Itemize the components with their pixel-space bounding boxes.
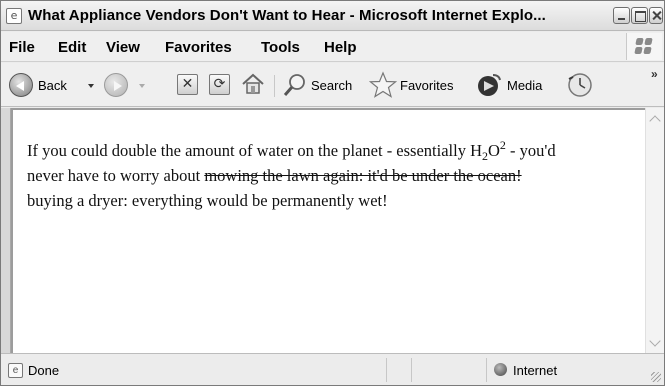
status-pane-divider	[386, 358, 387, 382]
back-arrow-icon	[9, 73, 33, 97]
history-icon	[568, 73, 592, 97]
standard-toolbar: Back ✕ ⟳ Search Favorites Media »	[1, 63, 664, 107]
menu-favorites[interactable]: Favorites	[165, 39, 232, 56]
favorites-button[interactable]: Favorites	[369, 71, 469, 99]
toolbar-overflow-icon[interactable]: »	[651, 67, 658, 81]
stop-icon[interactable]: ✕	[177, 74, 198, 95]
ie-page-icon: e	[6, 8, 22, 24]
menu-file[interactable]: File	[9, 39, 35, 56]
back-button[interactable]: Back	[9, 71, 97, 99]
forward-button[interactable]	[104, 71, 150, 99]
security-zone-label: Internet	[513, 363, 558, 378]
refresh-icon[interactable]: ⟳	[209, 74, 230, 95]
search-button[interactable]: Search	[282, 71, 364, 99]
minimize-button[interactable]	[613, 7, 630, 24]
back-dropdown-icon[interactable]	[88, 84, 94, 88]
star-icon	[369, 71, 397, 98]
close-button[interactable]	[649, 7, 663, 24]
home-icon	[242, 73, 264, 94]
status-pane-divider	[411, 358, 412, 382]
media-button[interactable]: Media	[475, 71, 557, 99]
globe-icon	[494, 363, 507, 376]
home-button[interactable]	[240, 71, 268, 99]
menu-edit[interactable]: Edit	[58, 39, 86, 56]
text-line-3: buying a dryer: everything would be perm…	[27, 191, 388, 210]
toolbar-separator	[274, 75, 275, 97]
title-bar[interactable]: e What Appliance Vendors Don't Want to H…	[1, 1, 664, 31]
search-icon	[283, 74, 305, 96]
window-title: What Appliance Vendors Don't Want to Hea…	[28, 7, 546, 24]
favorites-label: Favorites	[400, 78, 454, 93]
scroll-down-icon[interactable]	[648, 335, 663, 350]
menu-tools[interactable]: Tools	[261, 39, 300, 56]
page-paragraph: If you could double the amount of water …	[27, 138, 647, 213]
windows-logo-icon	[626, 33, 662, 60]
text-line-2-start: never have to worry about	[27, 166, 205, 185]
status-bar: e Done Internet	[1, 353, 664, 385]
scroll-up-icon[interactable]	[648, 111, 663, 126]
forward-dropdown-icon[interactable]	[139, 84, 145, 88]
text-line-1-end: - you'd	[505, 141, 556, 160]
text-line-1-start: If you could double the amount of water …	[27, 141, 482, 160]
menu-bar: File Edit View Favorites Tools Help	[1, 32, 664, 62]
explorer-bar-edge	[1, 108, 11, 353]
page-content: If you could double the amount of water …	[11, 108, 645, 353]
history-button[interactable]	[566, 71, 596, 99]
page-done-icon: e	[8, 363, 23, 378]
status-pane-divider	[486, 358, 487, 382]
browser-window: e What Appliance Vendors Don't Want to H…	[0, 0, 665, 386]
forward-arrow-icon	[104, 73, 128, 97]
search-label: Search	[311, 78, 353, 93]
struck-through-text: mowing the lawn again: it'd be under the…	[204, 166, 522, 185]
maximize-button[interactable]	[631, 7, 648, 24]
resize-grip-icon[interactable]	[651, 372, 661, 382]
menu-view[interactable]: View	[106, 39, 140, 56]
vertical-scrollbar[interactable]	[645, 108, 664, 353]
media-label: Media	[507, 78, 543, 93]
media-icon	[478, 74, 501, 96]
status-text: Done	[28, 363, 60, 378]
menu-help[interactable]: Help	[324, 39, 357, 56]
back-label: Back	[38, 78, 67, 93]
formula-oxygen: O	[488, 141, 500, 160]
